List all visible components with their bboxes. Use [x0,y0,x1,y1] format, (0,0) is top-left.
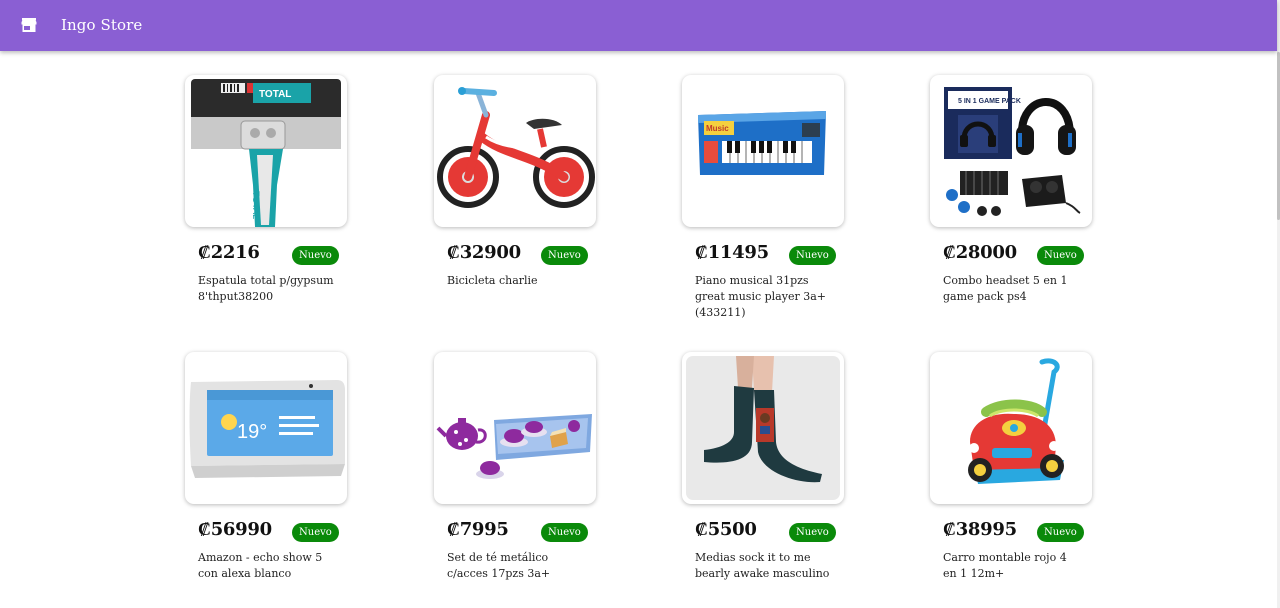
product-price: ₡5500 [695,519,757,540]
product-name[interactable]: Espatula total p/gypsum 8'thput38200 [198,273,338,305]
product-name[interactable]: Carro montable rojo 4 en 1 12m+ [943,550,1083,582]
product-name[interactable]: Bicicleta charlie [447,273,587,289]
bicycle-image[interactable] [434,75,596,227]
product-card[interactable]: 19° ₡56990 Nuevo Amazon - echo show 5 co… [185,352,347,592]
product-card[interactable]: ₡7995 Nuevo Set de té metálico c/acces 1… [434,352,596,592]
new-badge: Nuevo [789,246,836,265]
product-card[interactable]: 5 IN 1 GAME PACK ₡28000 Nuevo Combo head… [930,75,1092,315]
new-badge: Nuevo [789,523,836,542]
app-bar: Ingo Store [0,0,1277,51]
product-card[interactable]: ₡38995 Nuevo Carro montable rojo 4 en 1 … [930,352,1092,592]
product-price: ₡38995 [943,519,1017,540]
store-icon[interactable] [21,17,37,33]
new-badge: Nuevo [292,246,339,265]
product-price: ₡11495 [695,242,769,263]
product-name[interactable]: Amazon - echo show 5 con alexa blanco [198,550,338,582]
svg-text:Music: Music [706,124,729,133]
product-name[interactable]: Medias sock it to me bearly awake mascul… [695,550,835,582]
ride-on-car-image[interactable] [930,352,1092,504]
app-title[interactable]: Ingo Store [61,16,142,34]
echo-show-image[interactable]: 19° [185,352,347,504]
product-name[interactable]: Piano musical 31pzs great music player 3… [695,273,835,321]
svg-text:TOTAL: TOTAL [259,89,291,100]
new-badge: Nuevo [541,246,588,265]
echo-temp-text: 19° [237,421,267,443]
product-price: ₡32900 [447,242,521,263]
product-card[interactable]: ₡5500 Nuevo Medias sock it to me bearly … [682,352,844,592]
product-name[interactable]: Set de té metálico c/acces 17pzs 3a+ [447,550,587,582]
product-price: ₡7995 [447,519,509,540]
new-badge: Nuevo [1037,523,1084,542]
svg-text:5 IN 1 GAME PACK: 5 IN 1 GAME PACK [958,98,1021,105]
tea-set-image[interactable] [434,352,596,504]
new-badge: Nuevo [541,523,588,542]
spatula-image[interactable]: TOTAL TOTAL [185,75,347,227]
svg-text:TOTAL: TOTAL [251,191,261,219]
product-price: ₡2216 [198,242,260,263]
headset-image[interactable]: 5 IN 1 GAME PACK [930,75,1092,227]
product-card[interactable]: Music ₡11495 Nuevo Piano musical 31pzs g… [682,75,844,319]
product-card[interactable]: ₡32900 Nuevo Bicicleta charlie [434,75,596,315]
new-badge: Nuevo [292,523,339,542]
product-price: ₡28000 [943,242,1017,263]
product-price: ₡56990 [198,519,272,540]
product-card[interactable]: TOTAL TOTAL ₡2216 Nuevo Espatula total p… [185,75,347,315]
new-badge: Nuevo [1037,246,1084,265]
product-name[interactable]: Combo headset 5 en 1 game pack ps4 [943,273,1083,305]
socks-image[interactable] [682,352,844,504]
piano-image[interactable]: Music [682,75,844,227]
